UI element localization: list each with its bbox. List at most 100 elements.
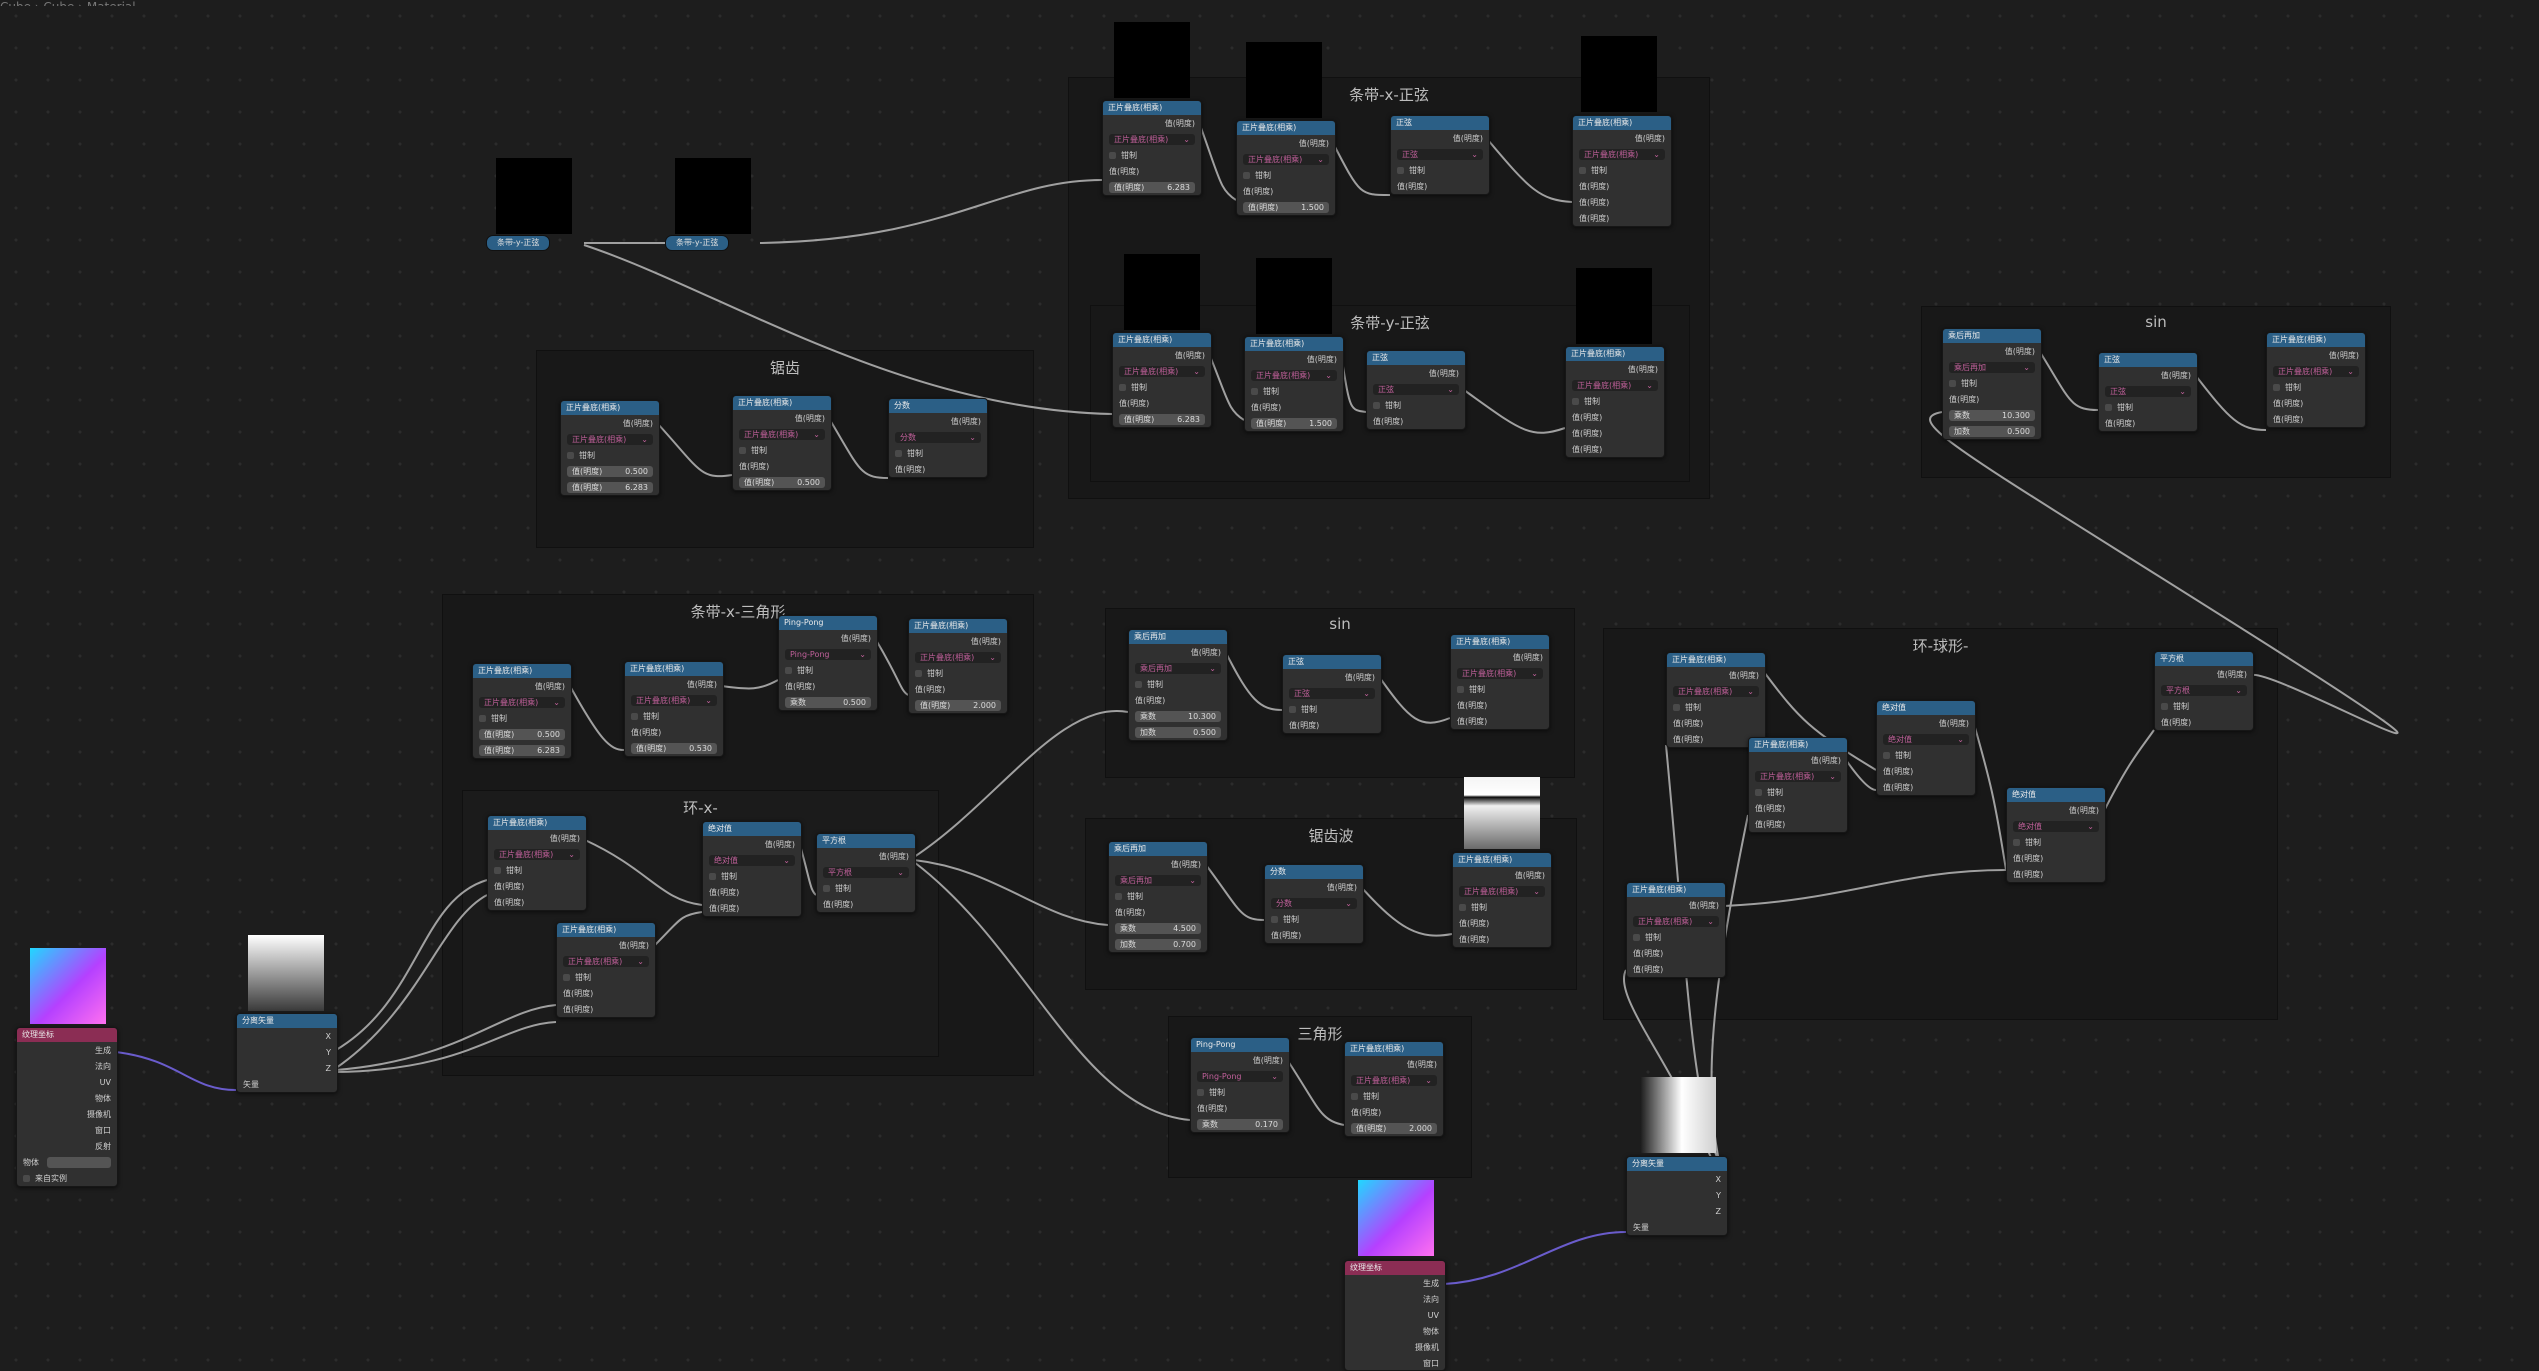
- breadcrumb-item[interactable]: › Cube: [31, 0, 75, 6]
- math-node-add[interactable]: 绝对值 值(明度) 绝对值 ⌄ 钳制 值(明度) 值(明度): [1876, 700, 1976, 796]
- value-field[interactable]: 乘数 10.300: [1135, 710, 1221, 722]
- clamp-checkbox[interactable]: [823, 884, 830, 892]
- operation-dropdown[interactable]: 正片叠底(相乘) ⌄: [1633, 915, 1719, 927]
- node-header[interactable]: 正片叠底(相乘): [488, 816, 586, 830]
- collapsed-node[interactable]: 条带-y-正弦: [665, 235, 730, 251]
- operation-dropdown[interactable]: 正片叠底(相乘) ⌄: [1109, 133, 1195, 145]
- clamp-checkbox[interactable]: [1373, 401, 1380, 409]
- clamp-checkbox[interactable]: [1109, 151, 1116, 159]
- operation-dropdown[interactable]: 正片叠底(相乘) ⌄: [1572, 379, 1658, 391]
- value-field[interactable]: 值(明度) 6.283: [479, 744, 565, 756]
- clamp-checkbox[interactable]: [1883, 751, 1890, 759]
- math-node-multiply-add[interactable]: 正片叠底(相乘) 值(明度) 正片叠底(相乘) ⌄ 钳制 值(明度) 值(明度): [1666, 652, 1766, 748]
- node-header[interactable]: 分数: [889, 399, 987, 413]
- operation-dropdown[interactable]: 正弦 ⌄: [1373, 383, 1459, 395]
- value-field[interactable]: 乘数 10.300: [1949, 409, 2035, 421]
- node-header[interactable]: 正片叠底(相乘): [473, 664, 571, 678]
- operation-dropdown[interactable]: 正片叠底(相乘) ⌄: [1457, 667, 1543, 679]
- math-node-pingpong[interactable]: Ping-Pong 值(明度) Ping-Pong ⌄ 钳制 值(明度) 乘数 0.…: [1190, 1037, 1290, 1133]
- clamp-checkbox[interactable]: [1251, 387, 1258, 395]
- node-header[interactable]: 正弦: [1283, 655, 1381, 669]
- value-field[interactable]: 值(明度) 2.000: [915, 699, 1001, 711]
- clamp-checkbox[interactable]: [709, 872, 716, 880]
- operation-dropdown[interactable]: 正片叠底(相乘) ⌄: [2273, 365, 2359, 377]
- node-header[interactable]: 平方根: [817, 834, 915, 848]
- collapsed-node[interactable]: 条带-y-正弦: [486, 235, 551, 251]
- operation-dropdown[interactable]: Ping-Pong ⌄: [785, 648, 871, 660]
- math-node-wrapped[interactable]: 乘后再加 值(明度) 乘后再加 ⌄ 钳制 值(明度) 乘数 4.500 加数 0.70…: [1108, 841, 1208, 953]
- math-node-multiply-add[interactable]: 正片叠底(相乘) 值(明度) 正片叠底(相乘) ⌄ 钳制 值(明度) 值(明度) …: [1572, 115, 1672, 227]
- clamp-checkbox[interactable]: [1633, 933, 1640, 941]
- operation-dropdown[interactable]: 正弦 ⌄: [2105, 385, 2191, 397]
- operation-dropdown[interactable]: 绝对值 ⌄: [709, 854, 795, 866]
- math-node-multiply-add[interactable]: 正片叠底(相乘) 值(明度) 正片叠底(相乘) ⌄ 钳制 值(明度) 值(明度) 6…: [1112, 332, 1212, 428]
- math-node-multiply-add[interactable]: 正片叠底(相乘) 值(明度) 正片叠底(相乘) ⌄ 钳制 值(明度) 值(明度): [1452, 852, 1552, 948]
- operation-dropdown[interactable]: 正片叠底(相乘) ⌄: [494, 848, 580, 860]
- operation-dropdown[interactable]: 正片叠底(相乘) ⌄: [1351, 1074, 1437, 1086]
- node-header[interactable]: 绝对值: [703, 822, 801, 836]
- operation-dropdown[interactable]: 正弦 ⌄: [1397, 148, 1483, 160]
- operation-dropdown[interactable]: 正片叠底(相乘) ⌄: [1243, 153, 1329, 165]
- math-node-multiply-add[interactable]: 正片叠底(相乘) 值(明度) 正片叠底(相乘) ⌄ 钳制 值(明度) 值(明度): [487, 815, 587, 911]
- operation-dropdown[interactable]: 分数 ⌄: [895, 431, 981, 443]
- node-header[interactable]: 正片叠底(相乘): [1451, 635, 1549, 649]
- operation-dropdown[interactable]: 正片叠底(相乘) ⌄: [1673, 685, 1759, 697]
- value-field[interactable]: 加数 0.700: [1115, 938, 1201, 950]
- texture-coordinate-node[interactable]: 纹理坐标 生成 法向 UV 物体 摄像机 窗口: [1344, 1260, 1446, 1371]
- operation-dropdown[interactable]: Ping-Pong ⌄: [1197, 1070, 1283, 1082]
- math-node-multiply-add[interactable]: 正片叠底(相乘) 值(明度) 正片叠底(相乘) ⌄ 钳制 值(明度) 值(明度): [556, 922, 656, 1018]
- clamp-checkbox[interactable]: [1459, 903, 1466, 911]
- math-node-multiply-add[interactable]: 正片叠底(相乘) 值(明度) 正片叠底(相乘) ⌄ 钳制 值(明度) 值(明度) 0…: [732, 395, 832, 491]
- operation-dropdown[interactable]: 正片叠底(相乘) ⌄: [739, 428, 825, 440]
- node-header[interactable]: 乘后再加: [1129, 630, 1227, 644]
- clamp-checkbox[interactable]: [1397, 166, 1404, 174]
- operation-dropdown[interactable]: 乘后再加 ⌄: [1135, 662, 1221, 674]
- value-field[interactable]: 乘数 0.170: [1197, 1118, 1283, 1130]
- node-header[interactable]: 正弦: [2099, 353, 2197, 367]
- operation-dropdown[interactable]: 乘后再加 ⌄: [1949, 361, 2035, 373]
- node-header[interactable]: 分离矢量: [1627, 1157, 1727, 1171]
- math-node-multiply-add[interactable]: 正片叠底(相乘) 值(明度) 正片叠底(相乘) ⌄ 钳制 值(明度) 值(明度) …: [1565, 346, 1665, 458]
- math-node-multiply-add[interactable]: 正片叠底(相乘) 值(明度) 正片叠底(相乘) ⌄ 钳制 值(明度) 值(明度) 1…: [1236, 120, 1336, 216]
- operation-dropdown[interactable]: 乘后再加 ⌄: [1115, 874, 1201, 886]
- math-node-multiply-add[interactable]: 正片叠底(相乘) 值(明度) 正片叠底(相乘) ⌄ 钳制 值(明度) 0.500 值…: [560, 400, 660, 496]
- math-node-multiply-add[interactable]: 正片叠底(相乘) 值(明度) 正片叠底(相乘) ⌄ 钳制 值(明度) 值(明度) 2…: [1344, 1041, 1444, 1137]
- node-header[interactable]: 乘后再加: [1109, 842, 1207, 856]
- clamp-checkbox[interactable]: [1115, 892, 1122, 900]
- math-node-sine[interactable]: 正弦 值(明度) 正弦 ⌄ 钳制 值(明度): [2098, 352, 2198, 432]
- node-header[interactable]: 正片叠底(相乘): [909, 619, 1007, 633]
- value-field[interactable]: 值(明度) 0.530: [631, 742, 717, 754]
- clamp-checkbox[interactable]: [2013, 838, 2020, 846]
- clamp-checkbox[interactable]: [739, 446, 746, 454]
- node-header[interactable]: 分数: [1265, 865, 1363, 879]
- clamp-checkbox[interactable]: [1351, 1092, 1358, 1100]
- node-header[interactable]: 正片叠底(相乘): [1103, 101, 1201, 115]
- math-node-multiply-add[interactable]: 正片叠底(相乘) 值(明度) 正片叠底(相乘) ⌄ 钳制 值(明度) 值(明度) 1…: [1244, 336, 1344, 432]
- clamp-checkbox[interactable]: [479, 714, 486, 722]
- math-node-add[interactable]: 绝对值 值(明度) 绝对值 ⌄ 钳制 值(明度) 值(明度): [2006, 787, 2106, 883]
- math-node-wrapped[interactable]: 乘后再加 值(明度) 乘后再加 ⌄ 钳制 值(明度) 乘数 10.300 加数 0.5…: [1128, 629, 1228, 741]
- node-header[interactable]: 正片叠底(相乘): [2267, 333, 2365, 347]
- math-node-modulo[interactable]: 分数 值(明度) 分数 ⌄ 钳制 值(明度): [888, 398, 988, 478]
- clamp-checkbox[interactable]: [1949, 379, 1956, 387]
- clamp-checkbox[interactable]: [567, 451, 574, 459]
- operation-dropdown[interactable]: 平方根 ⌄: [823, 866, 909, 878]
- node-header[interactable]: 纹理坐标: [17, 1028, 117, 1042]
- math-node-add[interactable]: 绝对值 值(明度) 绝对值 ⌄ 钳制 值(明度) 值(明度): [702, 821, 802, 917]
- node-header[interactable]: 正片叠底(相乘): [733, 396, 831, 410]
- math-node-power[interactable]: 平方根 值(明度) 平方根 ⌄ 钳制 值(明度): [2154, 651, 2254, 731]
- object-picker[interactable]: [47, 1156, 111, 1168]
- node-header[interactable]: 正片叠底(相乘): [1627, 883, 1725, 897]
- math-node-multiply-add[interactable]: 正片叠底(相乘) 值(明度) 正片叠底(相乘) ⌄ 钳制 值(明度) 值(明度) 0…: [624, 661, 724, 757]
- clamp-checkbox[interactable]: [1271, 915, 1278, 923]
- math-node-multiply-add[interactable]: 正片叠底(相乘) 值(明度) 正片叠底(相乘) ⌄ 钳制 值(明度) 值(明度): [1626, 882, 1726, 978]
- node-header[interactable]: 正片叠底(相乘): [1566, 347, 1664, 361]
- node-header[interactable]: 正片叠底(相乘): [1237, 121, 1335, 135]
- value-field[interactable]: 加数 0.500: [1949, 425, 2035, 437]
- operation-dropdown[interactable]: 正片叠底(相乘) ⌄: [567, 433, 653, 445]
- clamp-checkbox[interactable]: [563, 973, 570, 981]
- clamp-checkbox[interactable]: [1579, 166, 1586, 174]
- operation-dropdown[interactable]: 正片叠底(相乘) ⌄: [1459, 885, 1545, 897]
- operation-dropdown[interactable]: 绝对值 ⌄: [1883, 733, 1969, 745]
- clamp-checkbox[interactable]: [1457, 685, 1464, 693]
